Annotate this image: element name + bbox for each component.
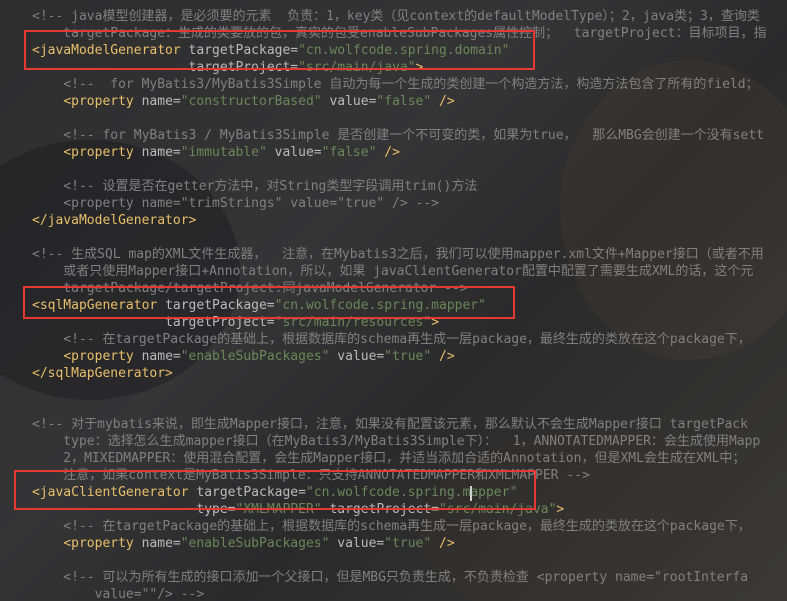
text-cursor <box>470 486 472 501</box>
code-line[interactable]: </sqlMapGenerator> <box>0 365 787 382</box>
code-token-str: "constructorBased" <box>180 94 322 109</box>
code-line[interactable]: type：选择怎么生成mapper接口（在MyBatis3/MyBatis3Si… <box>0 433 787 450</box>
code-token-str: "false" <box>376 94 432 109</box>
code-line[interactable]: <!-- 对于mybatis来说，即生成Mapper接口，注意，如果没有配置该元… <box>0 416 787 433</box>
code-token-tag: <property <box>63 536 142 551</box>
code-line[interactable]: <property name="enableSubPackages" value… <box>0 348 787 365</box>
code-token-str: "enableSubPackages" <box>180 536 330 551</box>
code-token-str: "enableSubPackages" <box>180 349 330 364</box>
code-token-attr: name= <box>141 536 181 551</box>
code-token-cm: <!-- 可以为所有生成的接口添加一个父接口，但是MBG只负责生成，不负责检查 … <box>32 570 749 585</box>
code-line[interactable] <box>0 161 787 178</box>
code-line[interactable]: 2，MIXEDMAPPER：使用混合配置，会生成Mapper接口，并适当添加合适… <box>0 450 787 467</box>
code-token-str: "true" <box>384 349 432 364</box>
code-line[interactable]: <!-- java模型创建器，是必须要的元素 负责：1，key类（见contex… <box>0 8 787 25</box>
code-token-cm: <!-- 生成SQL map的XML文件生成器， 注意，在Mybatis3之后，… <box>32 247 764 262</box>
highlight-box-java-client-generator <box>14 470 536 510</box>
code-line[interactable]: <property name="trimStrings" value="true… <box>0 195 787 212</box>
code-line[interactable]: <!-- 在targetPackage的基础上，根据数据库的schema再生成一… <box>0 331 787 348</box>
code-token-tag: <property <box>63 145 142 160</box>
code-line[interactable]: <!-- 设置是否在getter方法中，对String类型字段调用trim()方… <box>0 178 787 195</box>
code-line[interactable]: <!-- for MyBatis3 / MyBatis3Simple 是否创建一… <box>0 127 787 144</box>
code-token-tag: </sqlMapGenerator> <box>32 366 173 381</box>
code-token-cm: <!-- for MyBatis3 / MyBatis3Simple 是否创建一… <box>32 128 764 143</box>
code-token-cm: type：选择怎么生成mapper接口（在MyBatis3/MyBatis3Si… <box>32 434 761 449</box>
highlight-box-sql-map-generator <box>23 286 515 319</box>
code-token-tag: /> <box>439 94 455 109</box>
code-line[interactable]: <property name="immutable" value="false"… <box>0 144 787 161</box>
code-line[interactable] <box>0 229 787 246</box>
code-token-cm: <!-- java模型创建器，是必须要的元素 负责：1，key类（见contex… <box>32 9 760 24</box>
code-token-tag: <property <box>63 94 142 109</box>
code-token-cm: <!-- 在targetPackage的基础上，根据数据库的schema再生成一… <box>32 519 751 534</box>
code-token-cm: value=""/> --> <box>32 587 205 601</box>
code-line[interactable] <box>0 110 787 127</box>
code-token-str: "true" <box>384 536 432 551</box>
code-token-tag: > <box>556 502 565 517</box>
code-token-tag: /> <box>439 349 455 364</box>
code-token-tag: /> <box>439 536 455 551</box>
code-line[interactable] <box>0 552 787 569</box>
code-token-cm: <!-- 在targetPackage的基础上，根据数据库的schema再生成一… <box>32 332 751 347</box>
code-token-attr: value= <box>337 349 385 364</box>
highlight-box-java-model-generator <box>24 30 535 70</box>
code-token-cm: <!-- for MyBatis3/MyBatis3Simple 自动为每一个生… <box>32 77 759 92</box>
code-token-cm: 2，MIXEDMAPPER：使用混合配置，会生成Mapper接口，并适当添加合适… <box>32 451 746 466</box>
code-token-attr: name= <box>141 349 181 364</box>
code-token-attr: value= <box>329 94 377 109</box>
code-line[interactable]: <!-- for MyBatis3/MyBatis3Simple 自动为每一个生… <box>0 76 787 93</box>
code-token-tag: /> <box>384 145 400 160</box>
code-token-str: "immutable" <box>180 145 267 160</box>
code-token-attr: name= <box>141 94 181 109</box>
code-token-str: "false" <box>321 145 377 160</box>
code-editor[interactable]: <!-- java模型创建器，是必须要的元素 负责：1，key类（见contex… <box>0 0 787 601</box>
code-token-cm: <!-- 对于mybatis来说，即生成Mapper接口，注意，如果没有配置该元… <box>32 417 748 432</box>
code-token-cm: 或者只使用Mapper接口+Annotation，所以，如果 javaClien… <box>32 264 754 279</box>
code-line[interactable]: </javaModelGenerator> <box>0 212 787 229</box>
code-token-attr: value= <box>337 536 385 551</box>
code-token-tag: </javaModelGenerator> <box>32 213 197 228</box>
code-token-attr: name= <box>141 145 181 160</box>
code-token-cm: <property name="trimStrings" value="true… <box>32 196 439 211</box>
code-line[interactable]: <!-- 可以为所有生成的接口添加一个父接口，但是MBG只负责生成，不负责检查 … <box>0 569 787 586</box>
code-line[interactable]: <!-- 生成SQL map的XML文件生成器， 注意，在Mybatis3之后，… <box>0 246 787 263</box>
code-line[interactable]: <!-- 在targetPackage的基础上，根据数据库的schema再生成一… <box>0 518 787 535</box>
code-line[interactable]: value=""/> --> <box>0 586 787 601</box>
code-token-cm: <!-- 设置是否在getter方法中，对String类型字段调用trim()方… <box>32 179 478 194</box>
code-token-tag: <property <box>63 349 142 364</box>
code-line[interactable]: <property name="constructorBased" value=… <box>0 93 787 110</box>
code-line[interactable]: <property name="enableSubPackages" value… <box>0 535 787 552</box>
code-line[interactable] <box>0 399 787 416</box>
code-line[interactable]: 或者只使用Mapper接口+Annotation，所以，如果 javaClien… <box>0 263 787 280</box>
code-line[interactable] <box>0 382 787 399</box>
code-token-attr: value= <box>274 145 322 160</box>
